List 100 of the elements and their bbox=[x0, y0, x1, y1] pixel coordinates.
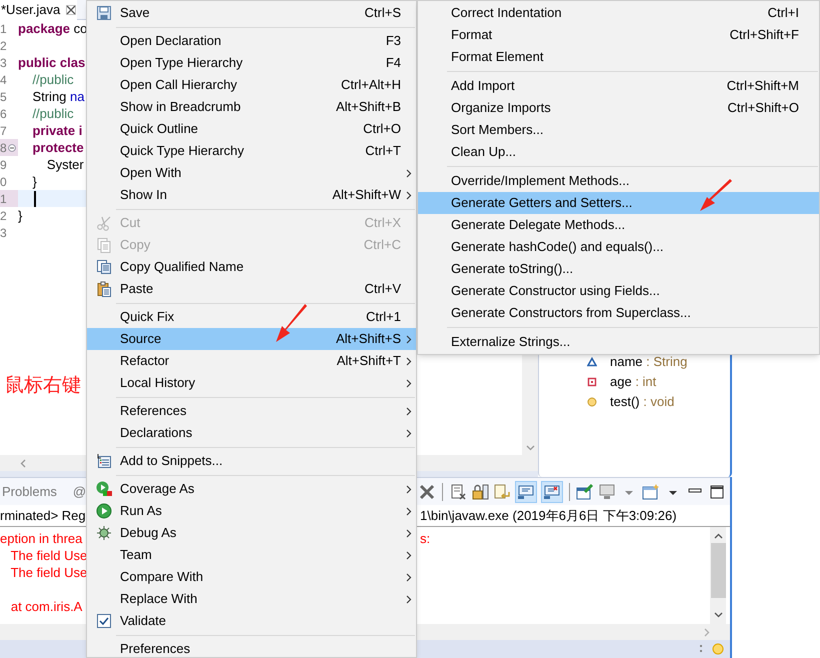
menu-item[interactable]: Coverage As bbox=[87, 478, 416, 500]
line-number: 1 bbox=[0, 192, 7, 204]
scroll-down-icon[interactable] bbox=[714, 612, 722, 618]
menu-item[interactable]: Replace With bbox=[87, 588, 416, 610]
save-icon bbox=[96, 5, 112, 21]
menu-item[interactable]: Validate bbox=[87, 610, 416, 632]
menu-item[interactable]: Show in Breadcrumb Alt+Shift+B bbox=[87, 96, 416, 118]
scrollbar-thumb[interactable] bbox=[710, 543, 726, 598]
menu-item[interactable]: Refactor Alt+Shift+T bbox=[87, 350, 416, 372]
bug-icon bbox=[96, 525, 112, 541]
lock-icon[interactable] bbox=[471, 482, 489, 500]
collapse-icon[interactable] bbox=[8, 144, 16, 152]
menu-item[interactable]: Override/Implement Methods... bbox=[418, 170, 819, 192]
menu-item[interactable]: Quick Type Hierarchy Ctrl+T bbox=[87, 140, 416, 162]
code-line: //public bbox=[31, 104, 74, 123]
shortcut-text: Alt+Shift+T bbox=[336, 352, 401, 370]
menu-item[interactable]: Quick Fix Ctrl+1 bbox=[87, 306, 416, 328]
menu-item[interactable]: Debug As bbox=[87, 522, 416, 544]
menu-item[interactable]: Sort Members... bbox=[418, 119, 819, 141]
menu-item[interactable]: Local History bbox=[87, 372, 416, 394]
code-line: String na bbox=[31, 88, 84, 106]
new-window-icon[interactable] bbox=[642, 482, 660, 500]
close-icon[interactable] bbox=[66, 5, 76, 15]
shortcut-text: Ctrl+1 bbox=[366, 308, 401, 326]
shortcut-text: F4 bbox=[386, 54, 401, 72]
console-line: The field Use bbox=[10, 565, 88, 580]
menu-item[interactable]: Generate Delegate Methods... bbox=[418, 214, 819, 236]
shortcut-text: Alt+Shift+S bbox=[336, 330, 401, 348]
line-number: 2 bbox=[0, 40, 7, 52]
menu-item[interactable]: References bbox=[87, 400, 416, 422]
menu-item[interactable]: Add to Snippets... bbox=[87, 450, 416, 472]
line-number: 2 bbox=[0, 210, 7, 222]
menu-item[interactable]: Generate Getters and Setters... bbox=[418, 192, 819, 214]
outline-item[interactable]: name : String bbox=[610, 352, 688, 372]
document-list-icon bbox=[96, 453, 112, 469]
shortcut-text: Ctrl+Shift+F bbox=[730, 26, 799, 44]
document-x-icon[interactable] bbox=[449, 482, 467, 500]
menu-item[interactable]: Team bbox=[87, 544, 416, 566]
code-line: } bbox=[18, 206, 22, 225]
shortcut-text: Ctrl+Alt+H bbox=[341, 76, 401, 94]
line-number: 3 bbox=[0, 226, 7, 238]
menu-item[interactable]: Save Ctrl+S bbox=[87, 2, 416, 24]
menu-item[interactable]: Correct Indentation Ctrl+I bbox=[418, 2, 819, 24]
console-line: The field Use bbox=[10, 548, 88, 563]
shortcut-text: Ctrl+S bbox=[364, 4, 401, 22]
outline-item[interactable]: test() : void bbox=[610, 392, 674, 412]
shortcut-text: F3 bbox=[386, 32, 401, 50]
menu-item[interactable]: Clean Up... bbox=[418, 141, 819, 163]
menu-item[interactable]: Open Declaration F3 bbox=[87, 30, 416, 52]
menu-item[interactable]: Organize Imports Ctrl+Shift+O bbox=[418, 97, 819, 119]
console-line: eption in threa bbox=[0, 531, 82, 546]
menu-item[interactable]: Format Ctrl+Shift+F bbox=[418, 24, 819, 46]
menu-item[interactable]: Open Call Hierarchy Ctrl+Alt+H bbox=[87, 74, 416, 96]
menu-item[interactable]: Open Type Hierarchy F4 bbox=[87, 52, 416, 74]
play-bar-icon bbox=[96, 481, 112, 497]
line-number: 4 bbox=[0, 74, 7, 86]
console-header: 1\bin\javaw.exe (2019年6月6日 下午3:09:26) bbox=[420, 508, 677, 523]
maximize-icon[interactable] bbox=[708, 482, 726, 500]
menu-item[interactable]: Paste Ctrl+V bbox=[87, 278, 416, 300]
copy-icon bbox=[96, 259, 112, 275]
code-line: } bbox=[31, 172, 37, 191]
line-number: 5 bbox=[0, 90, 7, 102]
menu-item[interactable]: Compare With bbox=[87, 566, 416, 588]
menu-item[interactable]: Quick Outline Ctrl+O bbox=[87, 118, 416, 140]
line-number: 3 bbox=[0, 56, 7, 68]
menu-item[interactable]: Add Import Ctrl+Shift+M bbox=[418, 75, 819, 97]
panel-tab[interactable]: @ bbox=[70, 480, 88, 502]
menu-item[interactable]: Source Alt+Shift+S bbox=[87, 328, 416, 350]
copy-icon bbox=[96, 237, 112, 253]
line-number: 9 bbox=[0, 158, 7, 170]
document-arrow-icon[interactable] bbox=[493, 482, 511, 500]
play-icon bbox=[96, 503, 112, 519]
menu-item[interactable]: Copy Qualified Name bbox=[87, 256, 416, 278]
shortcut-text: Ctrl+T bbox=[365, 142, 401, 160]
panel-tab[interactable]: Problems bbox=[0, 480, 59, 502]
code-line: Syster bbox=[46, 156, 84, 174]
scroll-up-icon[interactable] bbox=[714, 533, 722, 539]
scissors-icon bbox=[96, 215, 112, 231]
shortcut-text: Ctrl+Shift+O bbox=[727, 99, 799, 118]
outline-item[interactable]: age : int bbox=[610, 372, 656, 392]
clear-icon[interactable] bbox=[418, 482, 436, 500]
menu-item[interactable]: Externalize Strings... bbox=[418, 331, 819, 353]
menu-item[interactable]: Show In Alt+Shift+W bbox=[87, 184, 416, 206]
menu-item[interactable]: Format Element bbox=[418, 46, 819, 68]
shortcut-text: Ctrl+X bbox=[364, 214, 401, 232]
menu-item[interactable]: Open With bbox=[87, 162, 416, 184]
menu-item[interactable]: Generate Constructors from Superclass... bbox=[418, 302, 819, 324]
shortcut-text: Ctrl+V bbox=[364, 280, 401, 298]
triangle-icon bbox=[587, 357, 597, 367]
menu-item[interactable]: Generate toString()... bbox=[418, 258, 819, 280]
square-icon bbox=[587, 377, 597, 387]
menu-item[interactable]: Generate Constructor using Fields... bbox=[418, 280, 819, 302]
monitor-icon[interactable] bbox=[598, 482, 616, 500]
menu-item[interactable]: Generate hashCode() and equals()... bbox=[418, 236, 819, 258]
menu-item[interactable]: Run As bbox=[87, 500, 416, 522]
menu-item[interactable]: Declarations bbox=[87, 422, 416, 444]
drag-handle-icon[interactable] bbox=[700, 645, 702, 653]
console-header: rminated> Reg bbox=[0, 508, 86, 523]
circle-icon bbox=[587, 397, 597, 407]
code-line: protecte bbox=[31, 138, 84, 157]
